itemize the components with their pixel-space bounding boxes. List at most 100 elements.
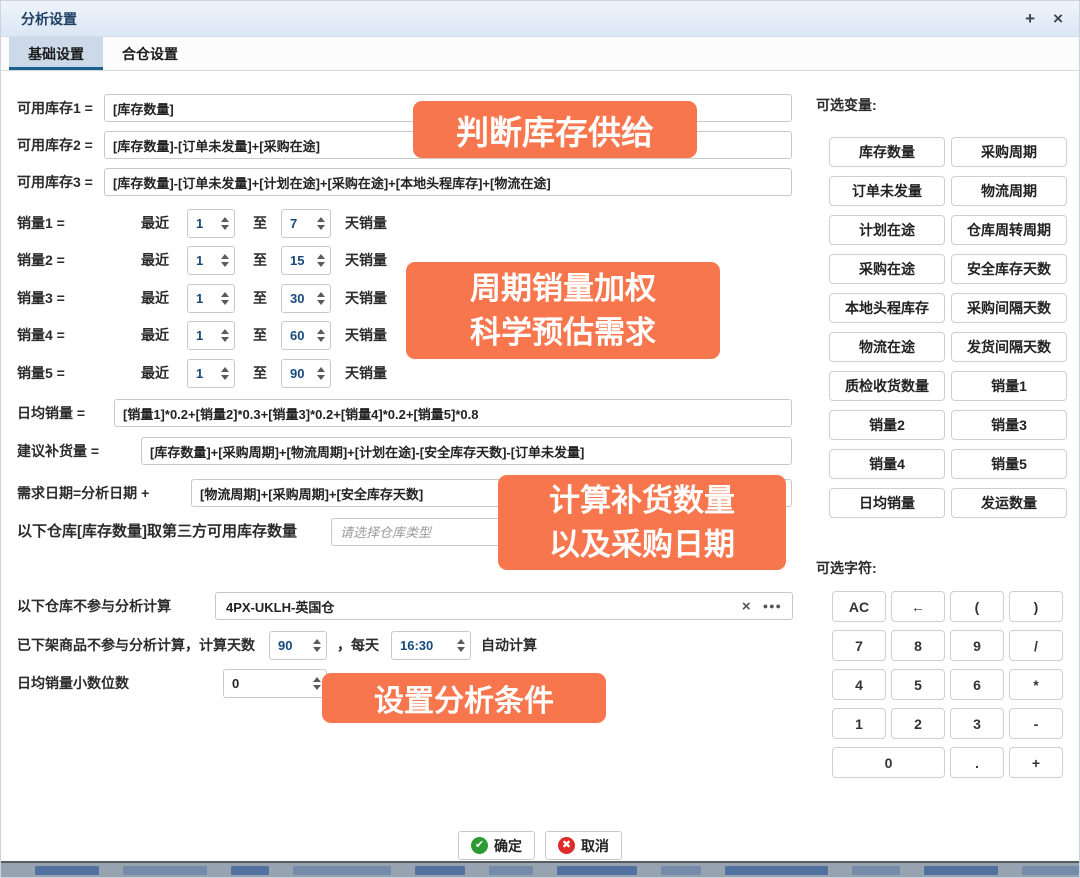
spinner-arrows[interactable] bbox=[317, 367, 325, 380]
spinner-arrows[interactable] bbox=[457, 639, 465, 652]
spinner-up-icon[interactable] bbox=[221, 217, 229, 222]
sales-1-from-stepper[interactable]: 1 bbox=[187, 209, 235, 238]
key-button-close-paren[interactable]: ) bbox=[1009, 591, 1063, 622]
key-button-8[interactable]: 8 bbox=[891, 630, 945, 661]
ok-button[interactable]: ✔ 确定 bbox=[458, 831, 535, 860]
spinner-up-icon[interactable] bbox=[317, 329, 325, 334]
spinner-up-icon[interactable] bbox=[221, 254, 229, 259]
spinner-arrows[interactable] bbox=[221, 292, 229, 305]
spinner-arrows[interactable] bbox=[317, 329, 325, 342]
spinner-up-icon[interactable] bbox=[317, 217, 325, 222]
key-button-2[interactable]: 2 bbox=[891, 708, 945, 739]
key-button-7[interactable]: 7 bbox=[832, 630, 886, 661]
more-options-icon[interactable]: ●●● bbox=[763, 602, 782, 611]
spinner-up-icon[interactable] bbox=[317, 367, 325, 372]
clear-icon[interactable]: × bbox=[742, 599, 751, 614]
key-button-6[interactable]: 6 bbox=[950, 669, 1004, 700]
variable-button[interactable]: 物流在途 bbox=[829, 332, 945, 362]
spinner-up-icon[interactable] bbox=[313, 639, 321, 644]
available-stock-3-input[interactable] bbox=[104, 168, 792, 196]
spinner-down-icon[interactable] bbox=[317, 337, 325, 342]
variable-button[interactable]: 质检收货数量 bbox=[829, 371, 945, 401]
tab-merge-warehouse-settings[interactable]: 合仓设置 bbox=[103, 37, 197, 70]
spinner-up-icon[interactable] bbox=[317, 254, 325, 259]
spinner-arrows[interactable] bbox=[317, 254, 325, 267]
sales-3-to-stepper[interactable]: 30 bbox=[281, 284, 331, 313]
variable-button[interactable]: 销量4 bbox=[829, 449, 945, 479]
spinner-arrows[interactable] bbox=[313, 639, 321, 652]
spinner-down-icon[interactable] bbox=[221, 262, 229, 267]
spinner-down-icon[interactable] bbox=[221, 225, 229, 230]
key-button-4[interactable]: 4 bbox=[832, 669, 886, 700]
variable-button[interactable]: 采购在途 bbox=[829, 254, 945, 284]
spinner-down-icon[interactable] bbox=[221, 337, 229, 342]
sales-4-to-stepper[interactable]: 60 bbox=[281, 321, 331, 350]
variable-button[interactable]: 销量5 bbox=[951, 449, 1067, 479]
spinner-down-icon[interactable] bbox=[313, 685, 321, 690]
spinner-arrows[interactable] bbox=[221, 367, 229, 380]
sales-5-from-stepper[interactable]: 1 bbox=[187, 359, 235, 388]
key-button-ac[interactable]: AC bbox=[832, 591, 886, 622]
key-button-plus[interactable]: + bbox=[1009, 747, 1063, 778]
sales-2-from-stepper[interactable]: 1 bbox=[187, 246, 235, 275]
spinner-down-icon[interactable] bbox=[457, 647, 465, 652]
variable-button[interactable]: 采购周期 bbox=[951, 137, 1067, 167]
spinner-arrows[interactable] bbox=[317, 292, 325, 305]
spinner-down-icon[interactable] bbox=[313, 647, 321, 652]
sales-2-to-stepper[interactable]: 15 bbox=[281, 246, 331, 275]
variable-button[interactable]: 安全库存天数 bbox=[951, 254, 1067, 284]
spinner-up-icon[interactable] bbox=[457, 639, 465, 644]
variable-button[interactable]: 销量2 bbox=[829, 410, 945, 440]
key-button-open-paren[interactable]: ( bbox=[950, 591, 1004, 622]
maximize-icon[interactable]: + bbox=[1025, 10, 1035, 27]
variable-button[interactable]: 发货间隔天数 bbox=[951, 332, 1067, 362]
key-button-backspace[interactable]: ← bbox=[891, 591, 945, 622]
variable-button[interactable]: 采购间隔天数 bbox=[951, 293, 1067, 323]
exclude-warehouse-select[interactable]: 4PX-UKLH-英国仓 × ●●● bbox=[215, 592, 793, 620]
key-button-divide[interactable]: / bbox=[1009, 630, 1063, 661]
suggested-replenishment-input[interactable] bbox=[141, 437, 792, 465]
spinner-down-icon[interactable] bbox=[317, 225, 325, 230]
variable-button[interactable]: 销量1 bbox=[951, 371, 1067, 401]
spinner-arrows[interactable] bbox=[221, 254, 229, 267]
variable-button[interactable]: 发运数量 bbox=[951, 488, 1067, 518]
key-button-dot[interactable]: . bbox=[950, 747, 1004, 778]
spinner-down-icon[interactable] bbox=[221, 300, 229, 305]
spinner-up-icon[interactable] bbox=[221, 292, 229, 297]
variable-button[interactable]: 销量3 bbox=[951, 410, 1067, 440]
sales-4-from-stepper[interactable]: 1 bbox=[187, 321, 235, 350]
key-button-0[interactable]: 0 bbox=[832, 747, 945, 778]
variable-button[interactable]: 订单未发量 bbox=[829, 176, 945, 206]
daily-average-input[interactable] bbox=[114, 399, 792, 427]
spinner-arrows[interactable] bbox=[221, 329, 229, 342]
sales-3-from-stepper[interactable]: 1 bbox=[187, 284, 235, 313]
spinner-up-icon[interactable] bbox=[313, 677, 321, 682]
spinner-down-icon[interactable] bbox=[317, 262, 325, 267]
tab-basic-settings[interactable]: 基础设置 bbox=[9, 37, 103, 70]
decimal-places-stepper[interactable]: 0 bbox=[223, 669, 327, 698]
spinner-down-icon[interactable] bbox=[317, 300, 325, 305]
key-button-minus[interactable]: - bbox=[1009, 708, 1063, 739]
variable-button[interactable]: 本地头程库存 bbox=[829, 293, 945, 323]
variable-button[interactable]: 日均销量 bbox=[829, 488, 945, 518]
key-button-5[interactable]: 5 bbox=[891, 669, 945, 700]
auto-calc-time-stepper[interactable]: 16:30 bbox=[391, 631, 471, 660]
key-button-1[interactable]: 1 bbox=[832, 708, 886, 739]
spinner-down-icon[interactable] bbox=[317, 375, 325, 380]
cancel-button[interactable]: ✖ 取消 bbox=[545, 831, 622, 860]
spinner-arrows[interactable] bbox=[317, 217, 325, 230]
key-button-multiply[interactable]: * bbox=[1009, 669, 1063, 700]
variable-button[interactable]: 库存数量 bbox=[829, 137, 945, 167]
spinner-up-icon[interactable] bbox=[221, 367, 229, 372]
variable-button[interactable]: 计划在途 bbox=[829, 215, 945, 245]
spinner-arrows[interactable] bbox=[221, 217, 229, 230]
close-icon[interactable]: × bbox=[1053, 10, 1063, 27]
key-button-9[interactable]: 9 bbox=[950, 630, 1004, 661]
variable-button[interactable]: 物流周期 bbox=[951, 176, 1067, 206]
sales-1-to-stepper[interactable]: 7 bbox=[281, 209, 331, 238]
variable-button[interactable]: 仓库周转周期 bbox=[951, 215, 1067, 245]
spinner-down-icon[interactable] bbox=[221, 375, 229, 380]
key-button-3[interactable]: 3 bbox=[950, 708, 1004, 739]
sales-5-to-stepper[interactable]: 90 bbox=[281, 359, 331, 388]
spinner-up-icon[interactable] bbox=[317, 292, 325, 297]
